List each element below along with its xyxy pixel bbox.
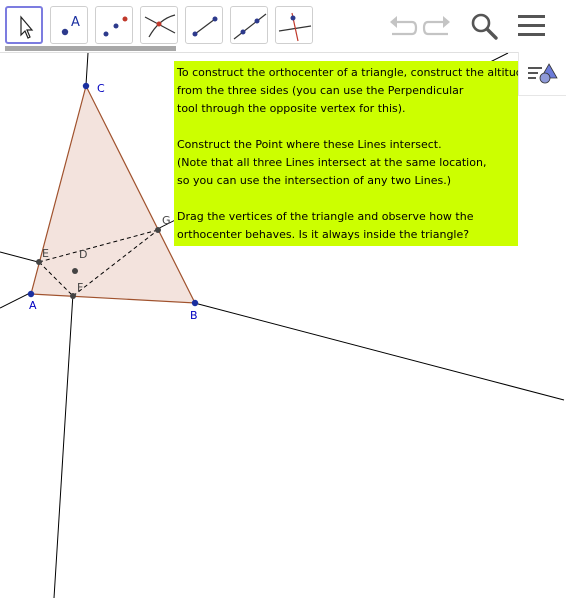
point-f[interactable] bbox=[70, 293, 76, 299]
redo-button[interactable] bbox=[420, 8, 456, 44]
redo-icon bbox=[422, 16, 450, 36]
point-a-label: A bbox=[29, 299, 37, 312]
point-c-label: C bbox=[97, 82, 105, 95]
point-tool-button[interactable]: A bbox=[50, 6, 88, 44]
point-on-object-icon bbox=[103, 16, 128, 37]
cursor-arrow-icon bbox=[20, 15, 34, 39]
point-d-label: D bbox=[79, 248, 87, 261]
undo-button[interactable] bbox=[384, 8, 420, 44]
search-icon bbox=[471, 13, 498, 40]
point-e-label: E bbox=[42, 247, 49, 260]
undo-icon bbox=[390, 16, 418, 36]
instructions-textbox[interactable]: To construct the orthocenter of a triang… bbox=[174, 61, 536, 246]
menu-icon bbox=[518, 15, 545, 36]
point-a[interactable] bbox=[27, 290, 35, 298]
segment-tool-button[interactable] bbox=[185, 6, 223, 44]
instruction-line: (Note that all three Lines intersect at … bbox=[177, 156, 487, 169]
instruction-line: Drag the vertices of the triangle and ob… bbox=[177, 210, 474, 223]
point-f-label: F bbox=[77, 281, 83, 294]
point-d[interactable] bbox=[72, 268, 78, 274]
intersect-icon bbox=[144, 14, 176, 38]
point-tool-label: A bbox=[71, 15, 80, 30]
instruction-line: from the three sides (you can use the Pe… bbox=[177, 84, 464, 97]
instruction-line: tool through the opposite vertex for thi… bbox=[177, 102, 406, 115]
line-icon bbox=[233, 13, 267, 40]
style-bar-toggle-button[interactable] bbox=[518, 52, 566, 96]
perpendicular-line-icon bbox=[278, 12, 312, 42]
main-menu-button[interactable] bbox=[514, 8, 550, 44]
move-tool-button[interactable] bbox=[5, 6, 43, 44]
instruction-line: Construct the Point where these Lines in… bbox=[177, 138, 442, 151]
toolbar-scroll-indicator bbox=[5, 46, 176, 51]
style-bar-icon bbox=[528, 63, 558, 84]
instruction-line: To construct the orthocenter of a triang… bbox=[177, 66, 536, 79]
instruction-line: orthocenter behaves. Is it always inside… bbox=[177, 228, 470, 241]
point-g[interactable] bbox=[155, 227, 161, 233]
point-b[interactable] bbox=[191, 299, 199, 307]
line-tool-button[interactable] bbox=[230, 6, 268, 44]
point-b-label: B bbox=[190, 309, 198, 322]
segment-icon bbox=[192, 16, 218, 37]
point-c[interactable] bbox=[82, 82, 90, 90]
perpendicular-line-tool-button[interactable] bbox=[275, 6, 313, 44]
point-icon: A bbox=[61, 15, 80, 36]
intersect-tool-button[interactable] bbox=[140, 6, 178, 44]
point-on-object-tool-button[interactable] bbox=[95, 6, 133, 44]
search-button[interactable] bbox=[467, 8, 503, 44]
instruction-line: so you can use the intersection of any t… bbox=[177, 174, 451, 187]
triangle-abc[interactable] bbox=[30, 84, 197, 304]
point-g-label: G bbox=[162, 214, 171, 227]
toolbar: A bbox=[0, 0, 566, 53]
